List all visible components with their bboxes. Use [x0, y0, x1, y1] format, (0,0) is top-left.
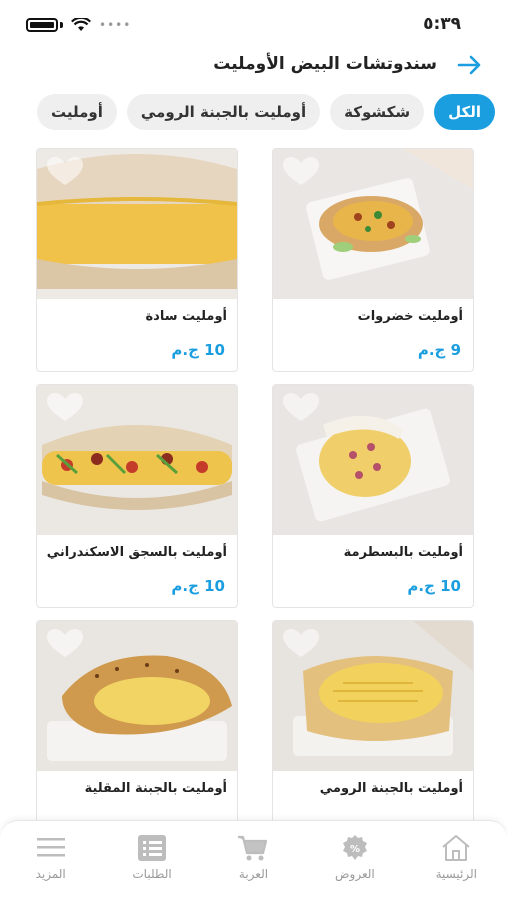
nav-label: العربة	[238, 867, 269, 881]
status-indicators: ••••	[26, 18, 131, 32]
category-chips: الكل شكشوكة أومليت بالجبنة الرومي أومليت	[0, 94, 507, 134]
nav-item-offers[interactable]: % العروض	[304, 821, 405, 900]
chip-all[interactable]: الكل	[434, 94, 495, 130]
bottom-nav: الرئيسية % العروض العربة الطلبات المزيد	[0, 820, 507, 900]
product-name: أومليت بالسجق الاسكندراني	[46, 545, 227, 560]
chip-shakshuka[interactable]: شكشوكة	[330, 94, 425, 130]
battery-tip	[60, 22, 63, 28]
signal-dots-icon: ••••	[99, 18, 132, 32]
product-card[interactable]: أومليت بالسجق الاسكندراني 10 ج.م	[36, 384, 238, 608]
nav-item-more[interactable]: المزيد	[0, 821, 101, 900]
product-card[interactable]: أومليت خضروات 9 ج.م	[272, 148, 474, 372]
orders-list-icon	[138, 835, 167, 861]
product-price: 9 ج.م	[417, 341, 461, 359]
heart-icon[interactable]	[281, 627, 321, 659]
product-name: أومليت بالجبنة الرومي	[319, 781, 463, 796]
product-name: أومليت سادة	[145, 309, 228, 324]
heart-icon[interactable]	[45, 155, 85, 187]
nav-label: العروض	[335, 867, 375, 881]
product-card[interactable]: أومليت سادة 10 ج.م	[36, 148, 238, 372]
product-card[interactable]: أومليت بالجبنة الرومي	[272, 620, 474, 820]
menu-icon	[36, 838, 65, 857]
product-price: 10 ج.م	[171, 341, 225, 359]
discount-icon: %	[342, 835, 367, 860]
wifi-icon	[71, 18, 91, 31]
svg-text:%: %	[350, 844, 360, 855]
nav-label: الرئيسية	[435, 867, 477, 881]
status-time: ٥:٣٩	[423, 14, 461, 34]
battery-icon	[26, 18, 58, 32]
nav-item-orders[interactable]: الطلبات	[101, 821, 202, 900]
product-card[interactable]: أومليت بالبسطرمة 10 ج.م	[272, 384, 474, 608]
nav-item-cart[interactable]: العربة	[203, 821, 304, 900]
heart-icon[interactable]	[281, 391, 321, 423]
heart-icon[interactable]	[45, 391, 85, 423]
home-icon	[442, 835, 470, 861]
product-card[interactable]: أومليت بالجبنة المقلية	[36, 620, 238, 820]
heart-icon[interactable]	[45, 627, 85, 659]
cart-icon	[238, 835, 268, 861]
chip-roumi-cheese-omelette[interactable]: أومليت بالجبنة الرومي	[126, 94, 321, 130]
chip-omelette[interactable]: أومليت	[36, 94, 117, 130]
nav-item-home[interactable]: الرئيسية	[406, 821, 507, 900]
product-price: 10 ج.م	[407, 577, 461, 595]
heart-icon[interactable]	[281, 155, 321, 187]
nav-label: المزيد	[35, 867, 66, 881]
header: سندوتشات البيض الأومليت	[0, 48, 507, 84]
nav-label: الطلبات	[132, 867, 172, 881]
product-name: أومليت بالبسطرمة	[343, 545, 463, 560]
product-price: 10 ج.م	[171, 577, 225, 595]
product-name: أومليت خضروات	[357, 309, 463, 324]
arrow-right-icon[interactable]	[455, 52, 485, 78]
product-grid: أومليت خضروات 9 ج.م أومليت سادة 10 ج.م أ…	[0, 148, 507, 820]
status-bar: •••• ٥:٣٩	[0, 0, 507, 44]
page-title: سندوتشات البيض الأومليت	[213, 54, 437, 74]
product-name: أومليت بالجبنة المقلية	[84, 781, 227, 796]
